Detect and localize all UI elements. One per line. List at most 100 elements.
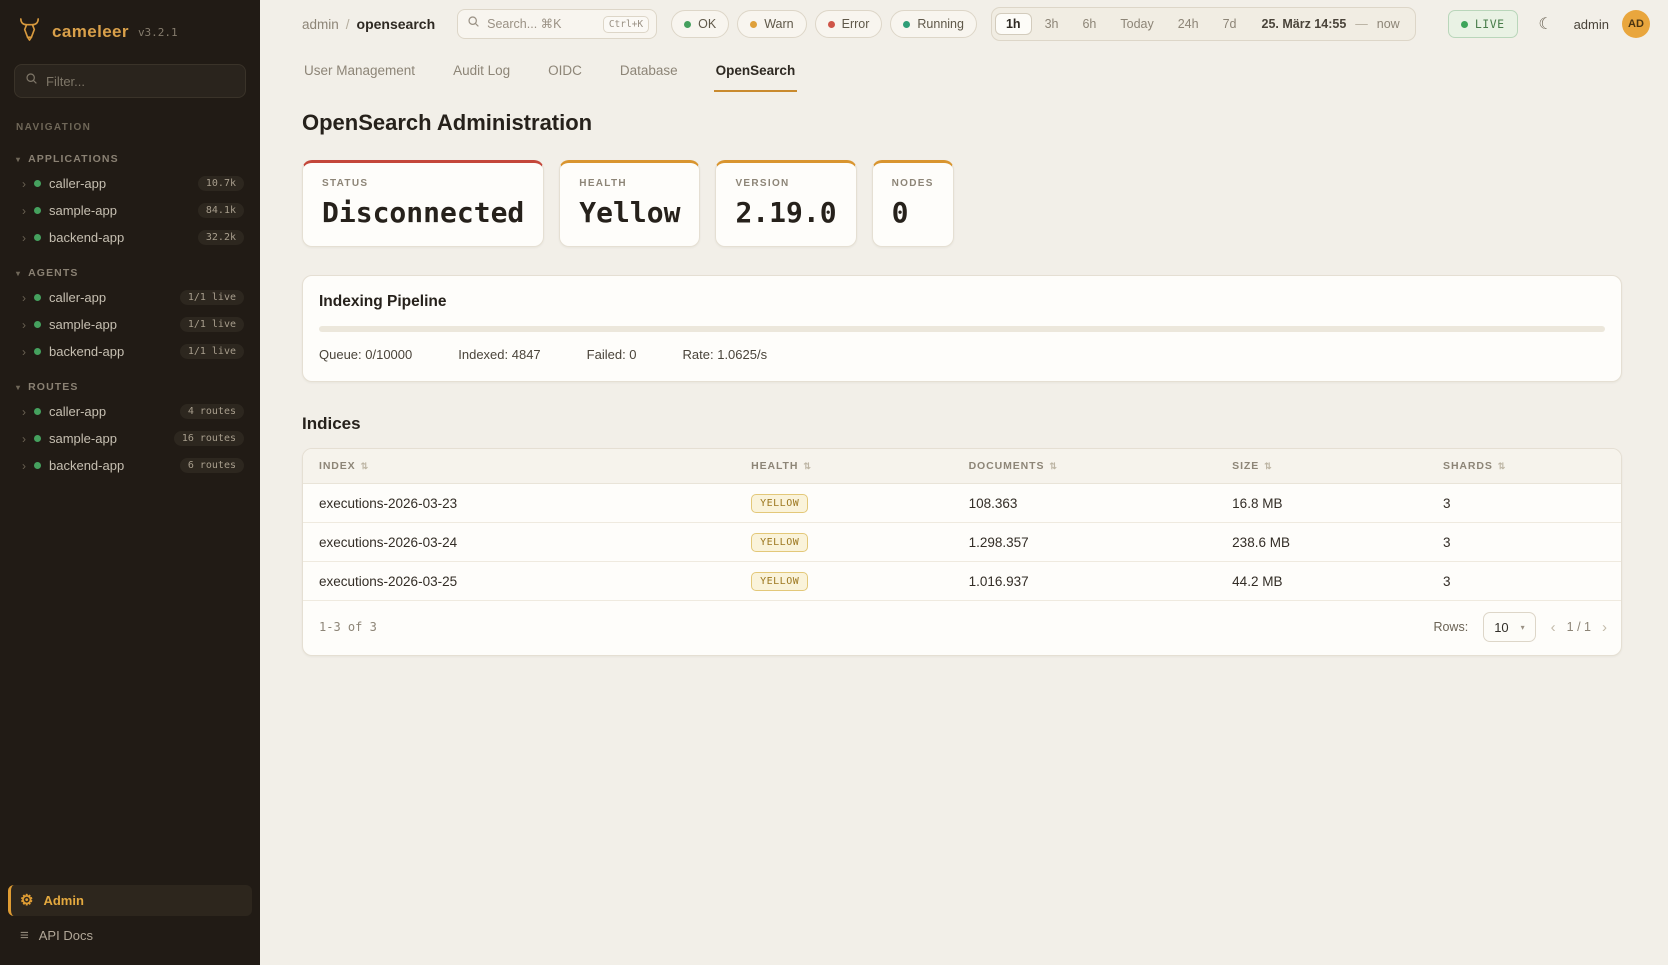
sidebar-item-route-sample-app[interactable]: › sample-app 16 routes [8,426,252,451]
sidebar-item-agent-caller-app[interactable]: › caller-app 1/1 live [8,285,252,310]
pipeline-stat-rate: Rate: 1.0625/s [683,347,768,362]
sidebar-item-agent-backend-app[interactable]: › backend-app 1/1 live [8,339,252,364]
sidebar-item-badge: 32.2k [198,230,244,245]
stat-card-nodes: NODES 0 [872,160,954,247]
range-24h[interactable]: 24h [1167,13,1210,35]
sidebar-spacer [0,479,260,877]
sidebar-item-api-docs[interactable]: ≡ API Docs [8,920,252,951]
sidebar-item-sample-app[interactable]: › sample-app 84.1k [8,198,252,223]
sidebar-item-label: sample-app [49,203,190,218]
status-dot [34,408,41,415]
status-dot [34,348,41,355]
col-header-documents[interactable]: DOCUMENTS ⇅ [969,460,1233,472]
sidebar-item-route-backend-app[interactable]: › backend-app 6 routes [8,453,252,478]
sidebar-section-routes[interactable]: ▾ ROUTES [0,365,260,398]
breadcrumb-parent[interactable]: admin [302,17,339,32]
next-page-button[interactable]: › [1602,620,1607,635]
sidebar-item-badge: 84.1k [198,203,244,218]
cell-shards: 3 [1443,535,1621,550]
chevron-right-icon: › [22,292,26,304]
sidebar-item-badge: 1/1 live [180,290,244,305]
tab-database[interactable]: Database [618,54,680,92]
range-1h[interactable]: 1h [995,13,1032,35]
table-footer: 1-3 of 3 Rows: 10 ▾ ‹ 1 / 1 › [303,601,1621,655]
sidebar-item-route-caller-app[interactable]: › caller-app 4 routes [8,399,252,424]
col-header-health[interactable]: HEALTH ⇅ [751,460,968,472]
sidebar-section-applications[interactable]: ▾ APPLICATIONS [0,137,260,170]
sidebar-item-caller-app[interactable]: › caller-app 10.7k [8,171,252,196]
health-badge: YELLOW [751,533,808,552]
table-header-row: INDEX ⇅ HEALTH ⇅ DOCUMENTS ⇅ SIZE ⇅ [303,449,1621,484]
sidebar-item-agent-sample-app[interactable]: › sample-app 1/1 live [8,312,252,337]
prev-page-button[interactable]: ‹ [1551,620,1556,635]
cell-health: YELLOW [751,533,968,552]
live-indicator[interactable]: LIVE [1448,10,1518,38]
rows-per-page-select[interactable]: 10 ▾ [1483,612,1535,642]
page-content: User Management Audit Log OIDC Database … [260,48,1668,965]
sidebar-item-admin[interactable]: ⚙ Admin [8,885,252,916]
tab-user-management[interactable]: User Management [302,54,417,92]
cell-documents: 1.298.357 [969,535,1233,550]
col-header-size[interactable]: SIZE ⇅ [1232,460,1443,472]
cell-size: 16.8 MB [1232,496,1443,511]
sidebar: cameleer v3.2.1 NAVIGATION ▾ APPLICATION… [0,0,260,965]
table-row[interactable]: executions-2026-03-25 YELLOW 1.016.937 4… [303,562,1621,601]
filter-error[interactable]: Error [815,10,883,38]
range-6h[interactable]: 6h [1071,13,1107,35]
app-version: v3.2.1 [138,26,178,39]
shortcut-badge: Ctrl+K [603,16,649,33]
sidebar-filter[interactable] [14,64,246,98]
range-3h[interactable]: 3h [1034,13,1070,35]
stat-label: VERSION [735,178,836,189]
dark-mode-toggle[interactable]: ☾ [1531,9,1561,39]
page-info: 1 / 1 [1567,620,1591,634]
range-7d[interactable]: 7d [1212,13,1248,35]
pipeline-progress-bar [319,326,1605,332]
sidebar-item-badge: 1/1 live [180,317,244,332]
chevron-right-icon: › [22,433,26,445]
indexing-pipeline-card: Indexing Pipeline Queue: 0/10000 Indexed… [302,275,1622,382]
stat-card-status: STATUS Disconnected [302,160,544,247]
error-dot-icon [828,21,835,28]
avatar[interactable]: AD [1622,10,1650,38]
col-header-shards[interactable]: SHARDS ⇅ [1443,460,1621,472]
user-name: admin [1574,17,1609,32]
table-footer-right: Rows: 10 ▾ ‹ 1 / 1 › [1433,612,1607,642]
status-dot [34,321,41,328]
range-today[interactable]: Today [1109,13,1164,35]
table-row[interactable]: executions-2026-03-24 YELLOW 1.298.357 2… [303,523,1621,562]
row-range: 1-3 of 3 [319,620,377,634]
filter-ok[interactable]: OK [671,10,729,38]
col-header-index[interactable]: INDEX ⇅ [303,460,751,472]
search-input[interactable] [487,17,596,31]
sidebar-item-backend-app[interactable]: › backend-app 32.2k [8,225,252,250]
tab-audit-log[interactable]: Audit Log [451,54,512,92]
cell-shards: 3 [1443,496,1621,511]
filter-running[interactable]: Running [890,10,977,38]
cell-documents: 1.016.937 [969,574,1233,589]
filter-label: Error [842,17,870,31]
chevron-right-icon: › [22,232,26,244]
sidebar-filter-input[interactable] [46,74,235,89]
search-icon [25,72,38,90]
sidebar-item-badge: 4 routes [180,404,244,419]
chevron-right-icon: › [22,178,26,190]
stat-value: Yellow [579,196,680,229]
tab-opensearch[interactable]: OpenSearch [714,54,798,92]
chevron-right-icon: › [22,460,26,472]
sidebar-section-agents[interactable]: ▾ AGENTS [0,251,260,284]
main-area: admin / opensearch Ctrl+K OK Warn [260,0,1668,965]
section-title: APPLICATIONS [28,153,119,165]
chevron-right-icon: › [22,406,26,418]
global-search[interactable]: Ctrl+K [457,9,657,39]
table-row[interactable]: executions-2026-03-23 YELLOW 108.363 16.… [303,484,1621,523]
filter-warn[interactable]: Warn [737,10,806,38]
status-dot [34,207,41,214]
pipeline-stats: Queue: 0/10000 Indexed: 4847 Failed: 0 R… [319,347,1605,362]
status-dot [34,435,41,442]
cell-health: YELLOW [751,494,968,513]
status-dot [34,234,41,241]
tab-oidc[interactable]: OIDC [546,54,584,92]
chevron-right-icon: › [22,319,26,331]
sidebar-item-label: backend-app [49,230,190,245]
